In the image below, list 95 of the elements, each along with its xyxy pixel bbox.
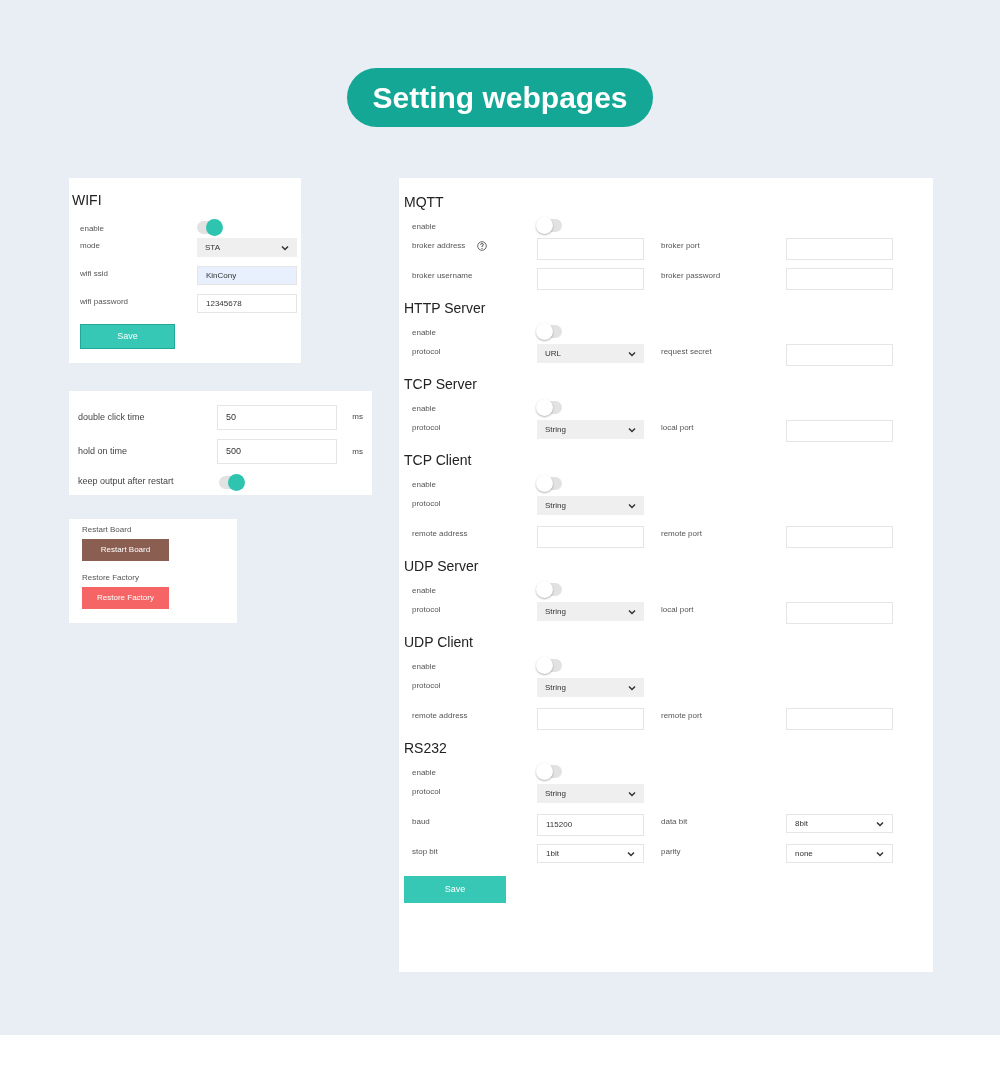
input-field[interactable] bbox=[537, 708, 644, 730]
select-dropdown[interactable]: 8bit bbox=[786, 814, 893, 833]
field-label: mode bbox=[80, 240, 100, 252]
field-label: enable bbox=[412, 661, 437, 673]
select-dropdown[interactable]: String bbox=[537, 784, 644, 803]
field-label: broker username bbox=[412, 270, 473, 282]
field-label: keep output after restart bbox=[78, 475, 175, 489]
field-label: wifi ssid bbox=[80, 268, 108, 280]
section-heading: MQTT bbox=[404, 193, 445, 212]
caret-icon bbox=[628, 502, 636, 509]
unit-label: ms bbox=[352, 411, 363, 424]
input-field[interactable]: 115200 bbox=[537, 814, 644, 836]
caret-icon bbox=[281, 244, 289, 251]
toggle-switch[interactable] bbox=[537, 325, 562, 338]
toggle-switch[interactable] bbox=[537, 583, 562, 596]
field-label: broker address bbox=[412, 240, 466, 252]
input-field[interactable]: 50 bbox=[216, 404, 338, 430]
caret-icon bbox=[627, 850, 635, 857]
input-field[interactable] bbox=[537, 238, 644, 260]
field-label: protocol bbox=[412, 498, 441, 510]
field-label: stop bit bbox=[412, 846, 438, 858]
help-icon[interactable] bbox=[477, 241, 488, 251]
input-field[interactable] bbox=[786, 708, 893, 730]
panel-heading: WIFI bbox=[72, 191, 103, 210]
title-pill: Setting webpages bbox=[347, 68, 653, 127]
input-field[interactable] bbox=[786, 238, 893, 260]
input-field[interactable] bbox=[537, 526, 644, 548]
field-label: enable bbox=[412, 403, 437, 415]
field-label: data bit bbox=[661, 816, 688, 828]
section-heading: TCP Client bbox=[404, 451, 473, 470]
select-dropdown[interactable]: URL bbox=[537, 344, 644, 363]
section-label: Restart Board bbox=[82, 524, 132, 536]
caret-icon bbox=[628, 608, 636, 615]
toggle-switch[interactable] bbox=[537, 401, 562, 414]
input-field[interactable] bbox=[786, 526, 893, 548]
field-label: local port bbox=[661, 422, 694, 434]
field-label: local port bbox=[661, 604, 694, 616]
select-dropdown[interactable]: String bbox=[537, 496, 644, 515]
select-dropdown[interactable]: none bbox=[786, 844, 893, 863]
field-label: remote port bbox=[661, 528, 702, 540]
toggle-switch[interactable] bbox=[197, 221, 222, 234]
input-field[interactable] bbox=[786, 268, 893, 290]
toggle-switch[interactable] bbox=[537, 659, 562, 672]
section-heading: HTTP Server bbox=[404, 299, 487, 318]
field-label: remote address bbox=[412, 710, 468, 722]
input-field[interactable] bbox=[786, 420, 893, 442]
toggle-switch[interactable] bbox=[537, 477, 562, 490]
caret-icon bbox=[628, 790, 636, 797]
field-label: enable bbox=[80, 223, 105, 235]
input-field[interactable] bbox=[786, 344, 893, 366]
input-field[interactable] bbox=[537, 268, 644, 290]
select-dropdown[interactable]: STA bbox=[197, 238, 297, 257]
field-label: protocol bbox=[412, 346, 441, 358]
toggle-switch[interactable] bbox=[537, 765, 562, 778]
caret-icon bbox=[876, 850, 884, 857]
input-field[interactable]: 500 bbox=[216, 439, 338, 465]
select-dropdown[interactable]: 1bit bbox=[537, 844, 644, 863]
field-label: enable bbox=[412, 767, 437, 779]
caret-icon bbox=[876, 820, 884, 827]
unit-label: ms bbox=[352, 445, 363, 458]
field-label: parity bbox=[661, 846, 681, 858]
action-button[interactable]: Restart Board bbox=[82, 539, 169, 561]
caret-icon bbox=[628, 426, 636, 433]
input-field[interactable]: KinCony bbox=[197, 266, 297, 285]
select-dropdown[interactable]: String bbox=[537, 420, 644, 439]
field-label: wifi password bbox=[80, 296, 128, 308]
field-label: broker port bbox=[661, 240, 700, 252]
section-heading: TCP Server bbox=[404, 375, 478, 394]
select-dropdown[interactable]: String bbox=[537, 602, 644, 621]
input-field[interactable]: 12345678 bbox=[197, 294, 297, 313]
select-dropdown[interactable]: String bbox=[537, 678, 644, 697]
field-label: enable bbox=[412, 585, 437, 597]
caret-icon bbox=[628, 684, 636, 691]
field-label: hold on time bbox=[78, 445, 129, 459]
field-label: protocol bbox=[412, 680, 441, 692]
toggle-switch[interactable] bbox=[537, 219, 562, 232]
field-label: broker password bbox=[661, 270, 721, 282]
field-label: enable bbox=[412, 327, 437, 339]
field-label: enable bbox=[412, 221, 437, 233]
field-label: protocol bbox=[412, 786, 441, 798]
section-heading: UDP Server bbox=[404, 557, 480, 576]
toggle-switch[interactable] bbox=[219, 475, 244, 489]
caret-icon bbox=[628, 350, 636, 357]
field-label: enable bbox=[412, 479, 437, 491]
section-heading: UDP Client bbox=[404, 633, 474, 652]
section-heading: RS232 bbox=[404, 739, 448, 758]
section-label: Restore Factory bbox=[82, 572, 139, 584]
field-label: baud bbox=[412, 816, 430, 828]
field-label: protocol bbox=[412, 422, 441, 434]
input-field[interactable] bbox=[786, 602, 893, 624]
field-label: protocol bbox=[412, 604, 441, 616]
field-label: request secret bbox=[661, 346, 712, 358]
field-label: double click time bbox=[78, 410, 146, 424]
field-label: remote port bbox=[661, 710, 702, 722]
field-label: remote address bbox=[412, 528, 468, 540]
